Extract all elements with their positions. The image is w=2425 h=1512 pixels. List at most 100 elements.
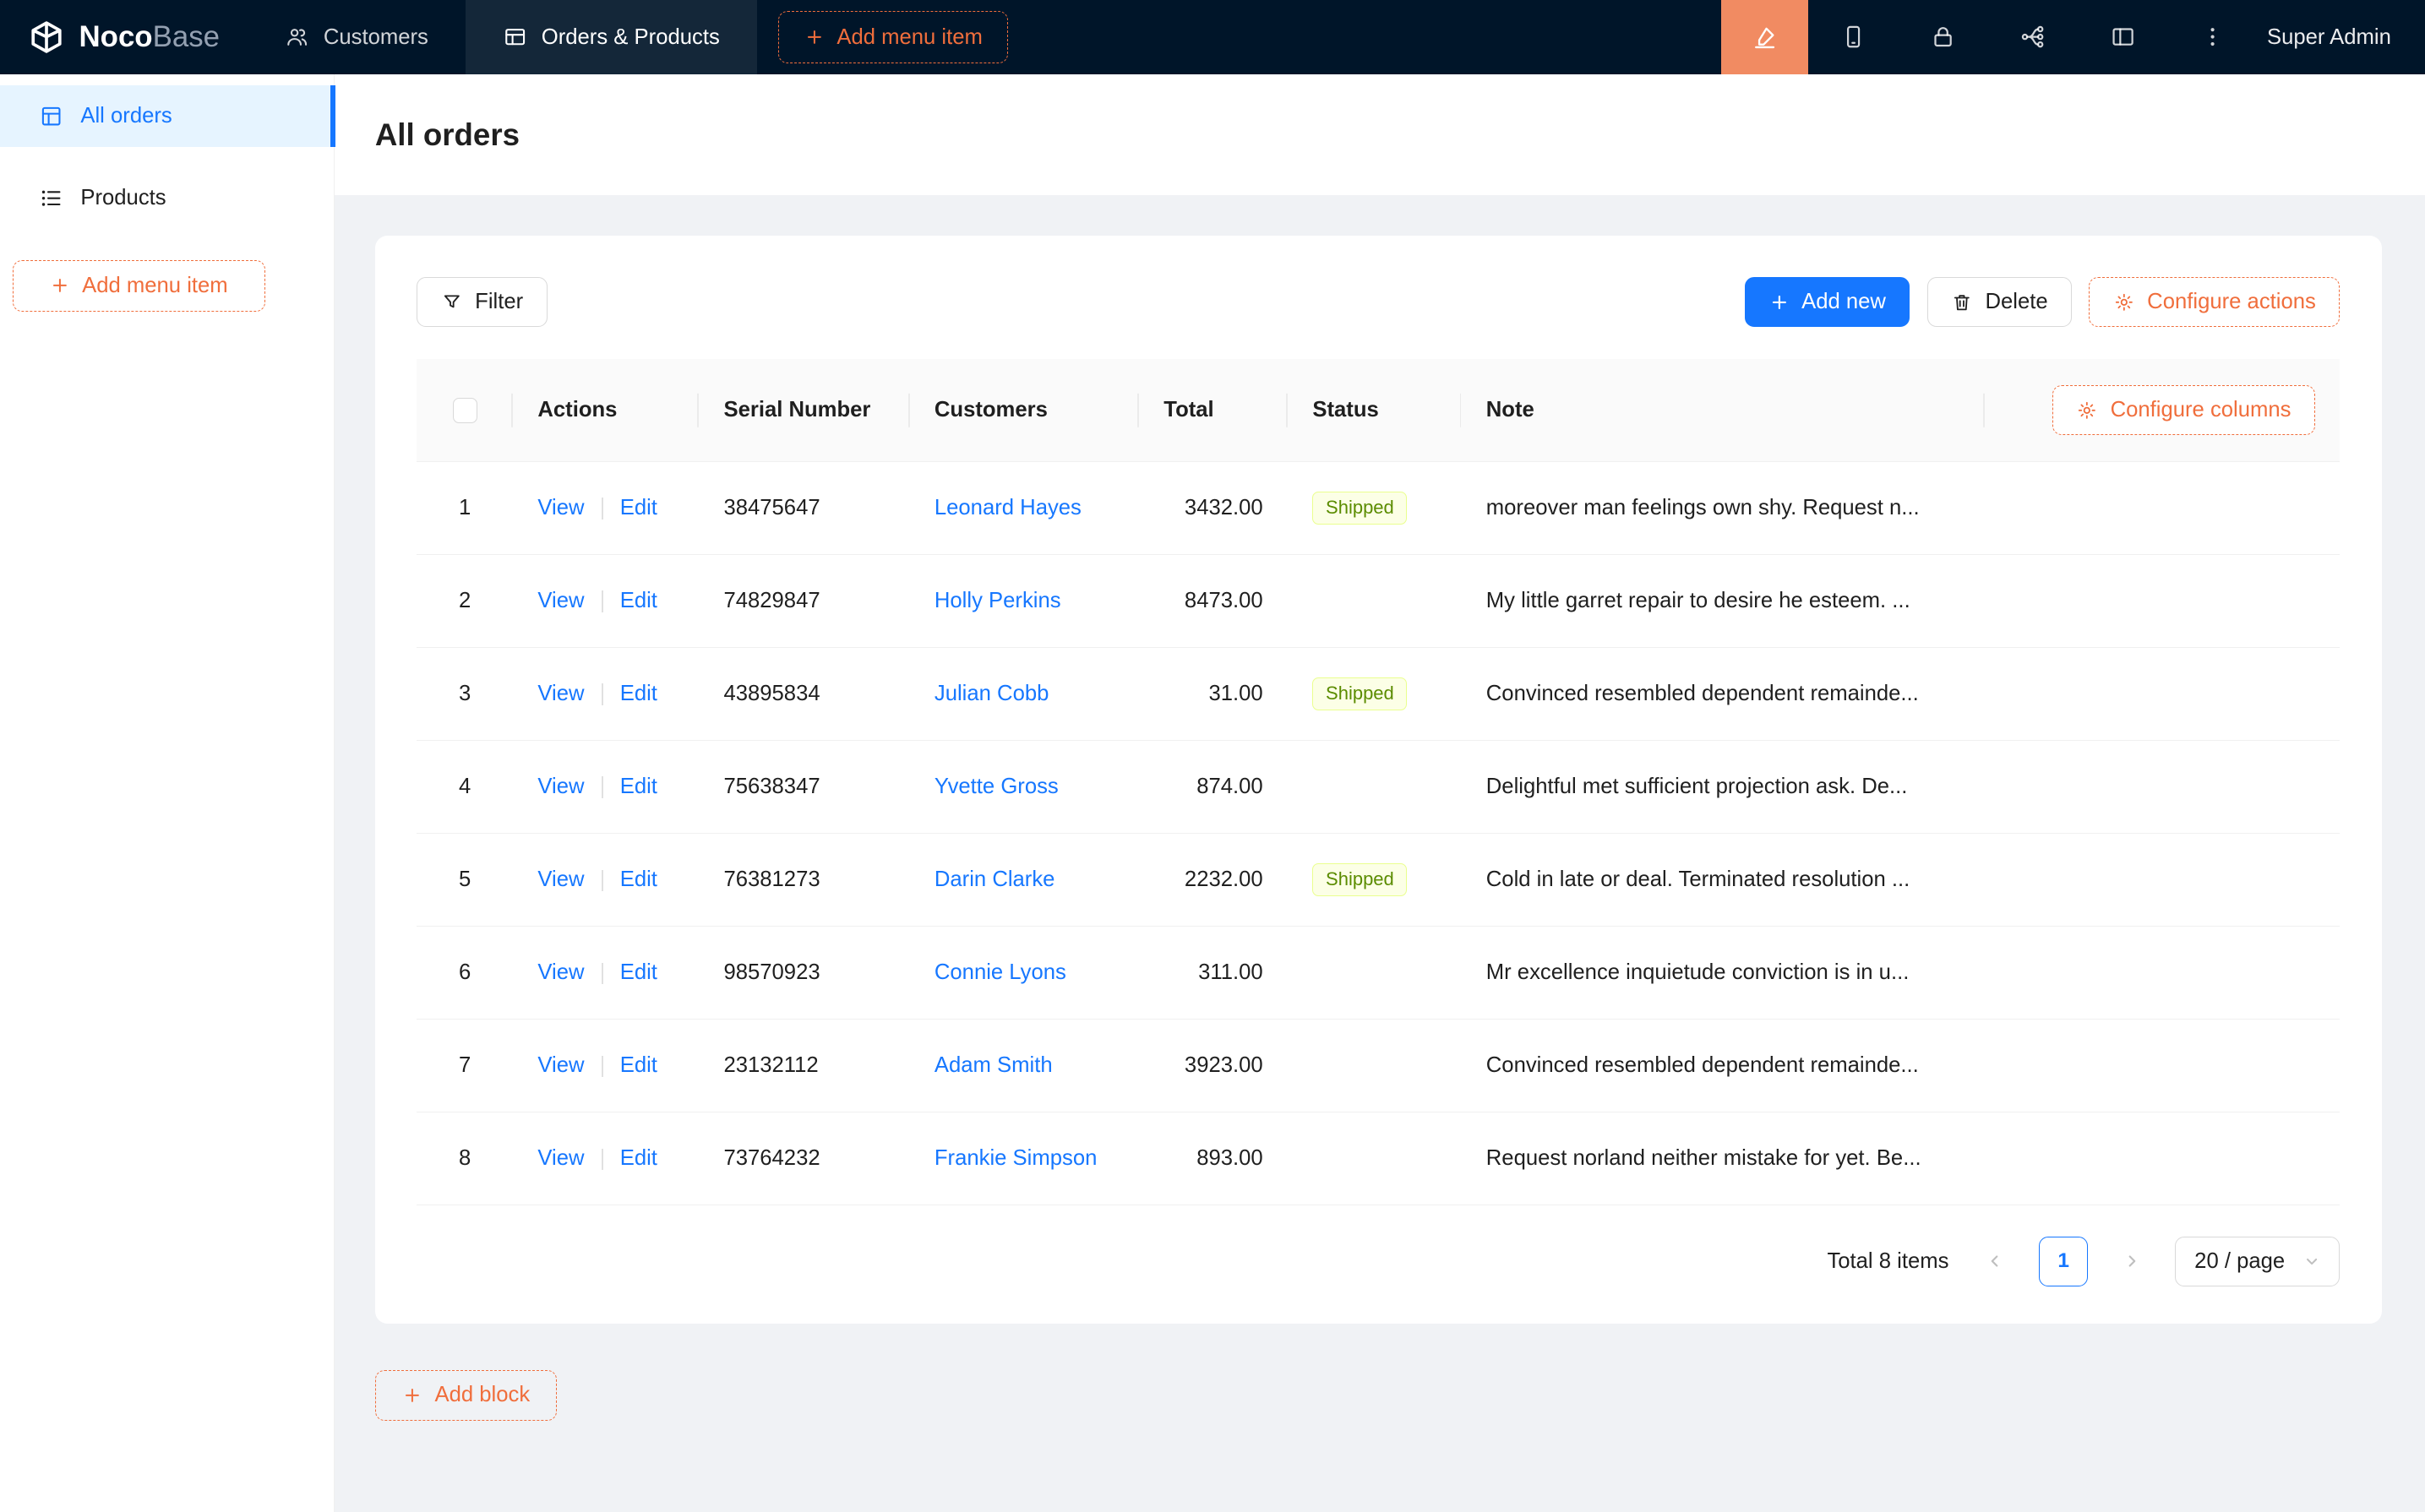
- edit-link[interactable]: Edit: [620, 589, 657, 612]
- list-icon: [39, 186, 63, 210]
- logo-icon: [28, 19, 65, 56]
- team-icon: [285, 24, 309, 49]
- edit-link[interactable]: Edit: [620, 867, 657, 891]
- customer-link[interactable]: Yvette Gross: [935, 775, 1059, 798]
- row-actions: View Edit: [513, 461, 699, 554]
- filter-button[interactable]: Filter: [417, 277, 547, 327]
- select-all-checkbox[interactable]: [453, 398, 477, 422]
- header-spacer: [1030, 0, 1722, 74]
- view-link[interactable]: View: [537, 775, 584, 798]
- table-row: 3 ViewEdit 43895834 Julian Cobb 31.00 Sh…: [417, 648, 2340, 741]
- customer-cell: Frankie Simpson: [910, 1112, 1139, 1205]
- sidebar-item-label: All orders: [80, 104, 172, 128]
- row-actions: View Edit: [513, 927, 699, 1020]
- page-number-button[interactable]: 1: [2039, 1237, 2089, 1286]
- edit-link[interactable]: Edit: [620, 682, 657, 705]
- orders-table-block: Filter Add new: [375, 236, 2382, 1324]
- empty-cell: [1985, 927, 2340, 1020]
- view-link[interactable]: View: [537, 1053, 584, 1077]
- status-cell: Shipped: [1288, 461, 1461, 554]
- mobile-button[interactable]: [1808, 0, 1898, 74]
- customer-link[interactable]: Leonard Hayes: [935, 496, 1082, 519]
- status-cell: Shipped: [1288, 648, 1461, 741]
- highlighter-icon: [1752, 24, 1778, 50]
- page-size-select[interactable]: 20 / page: [2175, 1237, 2340, 1286]
- action-divider: [602, 870, 603, 892]
- empty-cell: [1985, 741, 2340, 834]
- edit-link[interactable]: Edit: [620, 1146, 657, 1170]
- main-area: All orders Filter: [335, 74, 2425, 1512]
- more-icon: [2199, 24, 2226, 50]
- view-link[interactable]: View: [537, 496, 584, 519]
- total-cell: 8473.00: [1139, 555, 1288, 648]
- next-page-button[interactable]: [2106, 1237, 2156, 1286]
- status-cell: [1288, 927, 1461, 1020]
- serial-cell: 38475647: [699, 461, 909, 554]
- prev-page-button[interactable]: [1970, 1237, 2020, 1286]
- customer-link[interactable]: Frankie Simpson: [935, 1146, 1098, 1170]
- nav-item-orders-products[interactable]: Orders & Products: [466, 0, 757, 74]
- add-block-button[interactable]: Add block: [375, 1370, 558, 1422]
- table-row: 7 ViewEdit 23132112 Adam Smith 3923.00 C…: [417, 1020, 2340, 1112]
- plus-icon: [804, 27, 825, 47]
- plus-icon: [402, 1385, 422, 1406]
- serial-cell: 73764232: [699, 1112, 909, 1205]
- add-new-label: Add new: [1801, 290, 1886, 314]
- api-button[interactable]: [1988, 0, 2078, 74]
- empty-cell: [1985, 461, 2340, 554]
- customer-link[interactable]: Adam Smith: [935, 1053, 1053, 1077]
- view-link[interactable]: View: [537, 589, 584, 612]
- edit-link[interactable]: Edit: [620, 775, 657, 798]
- nav-item-customers[interactable]: Customers: [248, 0, 466, 74]
- total-cell: 2232.00: [1139, 834, 1288, 927]
- view-link[interactable]: View: [537, 867, 584, 891]
- add-new-button[interactable]: Add new: [1745, 277, 1910, 327]
- header-add-menu-item-button[interactable]: Add menu item: [778, 11, 1008, 63]
- customer-link[interactable]: Holly Perkins: [935, 589, 1061, 612]
- chevron-left-icon: [1986, 1252, 2004, 1270]
- edit-link[interactable]: Edit: [620, 960, 657, 984]
- row-actions: View Edit: [513, 1112, 699, 1205]
- view-link[interactable]: View: [537, 960, 584, 984]
- configure-actions-button[interactable]: Configure actions: [2089, 277, 2340, 327]
- column-header-note: Note: [1461, 359, 1985, 461]
- plus-icon: [1769, 292, 1790, 313]
- view-link[interactable]: View: [537, 682, 584, 705]
- customer-link[interactable]: Darin Clarke: [935, 867, 1055, 891]
- action-divider: [602, 683, 603, 705]
- column-header-serial-number: Serial Number: [699, 359, 909, 461]
- table-toolbar: Filter Add new: [417, 277, 2340, 327]
- delete-button[interactable]: Delete: [1927, 277, 2073, 327]
- user-menu[interactable]: Super Admin: [2258, 0, 2425, 74]
- note-cell: Mr excellence inquietude conviction is i…: [1461, 927, 1985, 1020]
- page-header: All orders: [335, 74, 2425, 195]
- customer-cell: Connie Lyons: [910, 927, 1139, 1020]
- sidebar-item-all-orders[interactable]: All orders: [0, 85, 334, 147]
- edit-link[interactable]: Edit: [620, 1053, 657, 1077]
- customer-link[interactable]: Julian Cobb: [935, 682, 1049, 705]
- layout-button[interactable]: [2078, 0, 2167, 74]
- action-divider: [602, 498, 603, 519]
- column-header-customers: Customers: [910, 359, 1139, 461]
- more-button[interactable]: [2168, 0, 2258, 74]
- logo-text-bold: Noco: [79, 20, 153, 53]
- note-cell: Convinced resembled dependent remainde..…: [1461, 1020, 1985, 1112]
- orders-table: Actions Serial Number Customers Total St…: [417, 359, 2340, 1205]
- customer-link[interactable]: Connie Lyons: [935, 960, 1066, 984]
- note-cell: Cold in late or deal. Terminated resolut…: [1461, 834, 1985, 927]
- serial-cell: 75638347: [699, 741, 909, 834]
- row-actions: View Edit: [513, 648, 699, 741]
- edit-link[interactable]: Edit: [620, 496, 657, 519]
- nocobase-logo[interactable]: NocoBase: [0, 0, 248, 74]
- customer-cell: Darin Clarke: [910, 834, 1139, 927]
- status-cell: [1288, 555, 1461, 648]
- table-row: 5 ViewEdit 76381273 Darin Clarke 2232.00…: [417, 834, 2340, 927]
- configure-columns-button[interactable]: Configure columns: [2052, 385, 2315, 435]
- ui-editor-toggle[interactable]: [1721, 0, 1808, 74]
- pagination-total: Total 8 items: [1827, 1249, 1948, 1274]
- empty-cell: [1985, 834, 2340, 927]
- view-link[interactable]: View: [537, 1146, 584, 1170]
- lock-button[interactable]: [1899, 0, 1988, 74]
- sidebar-add-menu-item-button[interactable]: Add menu item: [13, 260, 265, 312]
- sidebar-item-products[interactable]: Products: [0, 167, 334, 229]
